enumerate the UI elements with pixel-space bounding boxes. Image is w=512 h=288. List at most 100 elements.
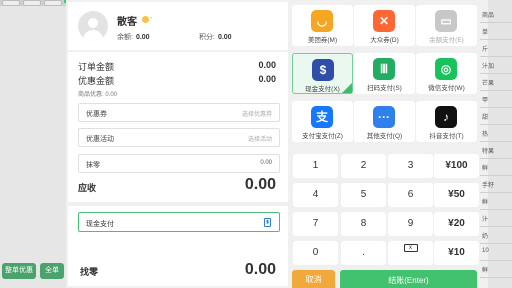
receivable-label: 应收 (78, 183, 97, 193)
cancel-button[interactable]: 取消 (292, 270, 335, 288)
change-value: 0.00 (244, 261, 276, 278)
order-amount-value: 0.00 (258, 60, 276, 70)
alipay-icon: 支 (311, 106, 333, 128)
keyboard-icon[interactable]: ▮ (264, 218, 271, 227)
quick-amount-10[interactable]: ¥10 (434, 241, 479, 265)
coupon-placeholder: 选择优惠券 (241, 112, 272, 118)
background-divider (480, 192, 512, 193)
key-9[interactable]: 9 (388, 212, 433, 236)
background-divider (480, 158, 512, 159)
backspace-button[interactable]: x (388, 241, 433, 265)
key-7[interactable]: 7 (293, 212, 338, 236)
background-product-item: 奶 (482, 234, 489, 240)
checkout-button[interactable]: 结账(Enter) (340, 270, 477, 288)
quick-amount-100[interactable]: ¥100 (434, 154, 479, 178)
balance-pay-button[interactable]: ▭ 余额支付(E) (416, 5, 477, 46)
payment-panel: 现金支付 ▮ 找零 0.00 (68, 206, 288, 286)
douyin-pay-button[interactable]: ♪ 抖音支付(T) (416, 101, 477, 142)
change-label: 找零 (80, 267, 99, 277)
balance-pay-label: 余额支付(E) (429, 37, 464, 44)
key-4[interactable]: 4 (293, 183, 338, 207)
promotion-field[interactable]: 优惠活动 选择活动 (78, 128, 280, 147)
balance-info: 余额: 0.00 (117, 34, 150, 41)
checkout-dialog: 散客 - 余额: 0.00 积分: 0.00 订单金额 0.00 优惠金额 0.00… (66, 0, 488, 288)
cash-pay-button[interactable]: $ 现金支付(X) (292, 53, 353, 94)
background-product-item: 鲜 (482, 268, 489, 274)
key-6[interactable]: 6 (388, 183, 433, 207)
background-divider (480, 243, 512, 244)
key-3[interactable]: 3 (388, 154, 433, 178)
background-divider (480, 141, 512, 142)
key-dot[interactable]: . (341, 241, 386, 265)
customer-name: 散客 (117, 17, 137, 28)
promotion-label: 优惠活动 (86, 136, 114, 143)
avatar (78, 11, 108, 41)
wechat-icon: ◎ (435, 58, 457, 80)
key-8[interactable]: 8 (341, 212, 386, 236)
background-divider (480, 22, 512, 23)
background-product-item: 商品 (482, 13, 495, 19)
background-divider (480, 107, 512, 108)
background-divider (480, 73, 512, 74)
key-1[interactable]: 1 (293, 154, 338, 178)
background-whole-order-button: 全单 (40, 263, 64, 279)
background-product-item: 甲 (482, 98, 489, 104)
wechat-pay-label: 微信支付(W) (428, 85, 465, 92)
more-icon: ··· (373, 106, 395, 128)
background-product-item: 鲜 (482, 166, 489, 172)
background-product-item: 鲜 (482, 200, 489, 206)
selected-check-icon (342, 83, 352, 93)
dianping-coupon-button[interactable]: ✕ 大众券(D) (354, 5, 415, 46)
member-dash: - (150, 15, 153, 22)
payment-method-field[interactable]: 现金支付 ▮ (78, 212, 280, 232)
background-whole-discount-button: 整单优惠 (2, 263, 36, 279)
product-discount: 商品优惠: 0.00 (78, 92, 118, 98)
background-product-item: 汁 (482, 217, 489, 223)
background-product-item: 特果 (482, 149, 495, 155)
background-left-panel (0, 0, 66, 288)
points-info: 积分: 0.00 (199, 34, 232, 41)
order-amount-label: 订单金额 (78, 62, 115, 72)
background-product-item: 斤 (482, 47, 489, 53)
other-pay-label: 其他支付(Q) (366, 133, 403, 140)
scan-pay-icon: Ⅲ (373, 58, 395, 80)
rounding-field[interactable]: 抹零 0.00 (78, 154, 280, 173)
coupon-label: 优惠券 (86, 111, 107, 118)
scan-pay-button[interactable]: Ⅲ 扫码支付(S) (354, 53, 415, 94)
backspace-icon: x (403, 244, 418, 252)
meituan-coupon-button[interactable]: ◡ 美团券(M) (292, 5, 353, 46)
background-divider (480, 175, 512, 176)
background-divider (480, 124, 512, 125)
quick-amount-20[interactable]: ¥20 (434, 212, 479, 236)
background-divider (480, 90, 512, 91)
cash-bag-icon: $ (312, 59, 334, 81)
douyin-pay-label: 抖音支付(T) (429, 133, 464, 140)
background-divider (480, 39, 512, 40)
alipay-button[interactable]: 支 支付宝支付(Z) (292, 101, 353, 142)
background-divider (480, 209, 512, 210)
dianping-coupon-label: 大众券(D) (370, 37, 399, 44)
meituan-icon: ◡ (311, 10, 333, 32)
discount-amount-value: 0.00 (258, 74, 276, 84)
background-divider (480, 56, 512, 57)
douyin-icon: ♪ (435, 106, 457, 128)
wechat-pay-button[interactable]: ◎ 微信支付(W) (416, 53, 477, 94)
key-2[interactable]: 2 (341, 154, 386, 178)
wallet-icon: ▭ (435, 10, 457, 32)
other-pay-button[interactable]: ··· 其他支付(Q) (354, 101, 415, 142)
key-0[interactable]: 0 (293, 241, 338, 265)
coupon-field[interactable]: 优惠券 选择优惠券 (78, 103, 280, 122)
background-product-item: 芒果 (482, 81, 495, 87)
scan-pay-label: 扫码支付(S) (367, 85, 402, 92)
alipay-label: 支付宝支付(Z) (302, 133, 343, 140)
background-product-item: 单 (482, 30, 489, 36)
customer-panel: 散客 - 余额: 0.00 积分: 0.00 (68, 2, 288, 50)
selected-payment-method: 现金支付 (86, 221, 114, 228)
background-product-item: 10 (482, 248, 489, 254)
background-product-item: 手籽 (482, 183, 495, 189)
receivable-value: 0.00 (244, 176, 276, 193)
quick-amount-50[interactable]: ¥50 (434, 183, 479, 207)
key-5[interactable]: 5 (341, 183, 386, 207)
background-tabs (2, 0, 62, 8)
coin-icon (142, 16, 149, 23)
